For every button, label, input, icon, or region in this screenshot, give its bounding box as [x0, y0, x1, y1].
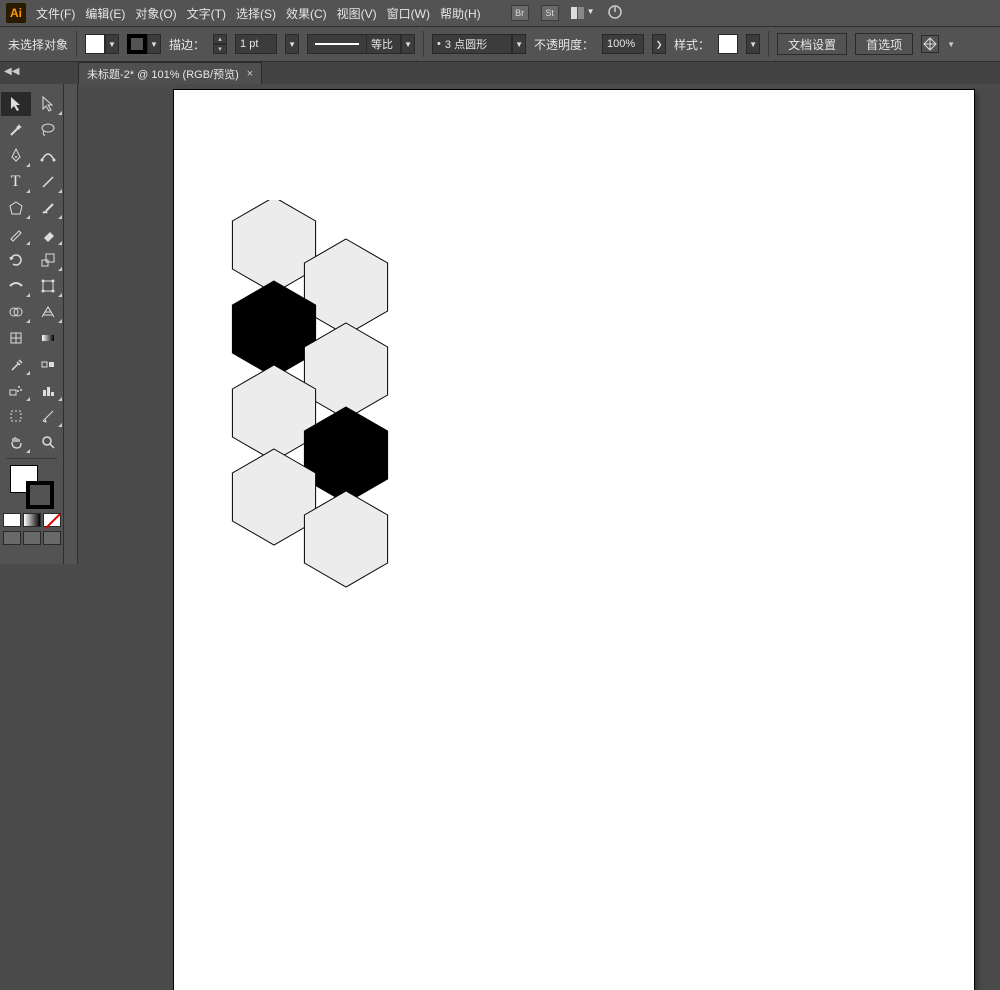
- bridge-icon[interactable]: Br: [511, 5, 529, 21]
- blend-tool[interactable]: [33, 352, 63, 376]
- preferences-button[interactable]: 首选项: [855, 33, 913, 55]
- arrange-docs-icon[interactable]: ▼: [571, 7, 595, 19]
- hexagon-shape[interactable]: [304, 239, 387, 335]
- type-tool[interactable]: T: [1, 170, 31, 194]
- menu-view[interactable]: 视图(V): [337, 5, 377, 22]
- mesh-tool[interactable]: [1, 326, 31, 350]
- document-setup-button[interactable]: 文档设置: [777, 33, 847, 55]
- panel-collapse-icon[interactable]: ◀◀: [4, 66, 19, 77]
- menu-effect[interactable]: 效果(C): [286, 5, 327, 22]
- stock-icon[interactable]: St: [541, 5, 559, 21]
- screen-mode-normal[interactable]: [3, 531, 21, 545]
- document-tab[interactable]: 未标题-2* @ 101% (RGB/预览) ×: [78, 62, 262, 84]
- vertical-ruler: [64, 84, 78, 564]
- zoom-tool[interactable]: [33, 430, 63, 454]
- scale-tool[interactable]: [33, 248, 63, 272]
- pen-tool[interactable]: [1, 144, 31, 168]
- artboard-tool[interactable]: [1, 404, 31, 428]
- menu-select[interactable]: 选择(S): [236, 5, 276, 22]
- direct-selection-tool[interactable]: [33, 92, 63, 116]
- color-mode-none[interactable]: [43, 513, 61, 527]
- stroke-weight-stepper[interactable]: ▴▾: [213, 34, 227, 54]
- width-tool[interactable]: [1, 274, 31, 298]
- selection-tool[interactable]: [1, 92, 31, 116]
- paintbrush-tool[interactable]: [33, 196, 63, 220]
- opacity-field[interactable]: 100%: [602, 34, 644, 54]
- artwork-hexagons[interactable]: [194, 200, 454, 600]
- menu-object[interactable]: 对象(O): [135, 5, 176, 22]
- hexagon-shape[interactable]: [232, 449, 315, 545]
- color-mode-gradient[interactable]: [23, 513, 41, 527]
- hand-tool[interactable]: [1, 430, 31, 454]
- menu-edit[interactable]: 编辑(E): [85, 5, 125, 22]
- screen-mode-full[interactable]: [23, 531, 41, 545]
- artboard[interactable]: [174, 90, 974, 990]
- stroke-swatch[interactable]: [127, 34, 147, 54]
- menu-type[interactable]: 文字(T): [187, 5, 226, 22]
- stroke-profile-dropdown[interactable]: ▼: [401, 34, 415, 54]
- opacity-dropdown[interactable]: ❯: [652, 34, 666, 54]
- gradient-tool[interactable]: [33, 326, 63, 350]
- eyedropper-tool[interactable]: [1, 352, 31, 376]
- stroke-color-box[interactable]: [26, 481, 54, 509]
- screen-mode-presentation[interactable]: [43, 531, 61, 545]
- fill-swatch-dropdown[interactable]: ▼: [105, 34, 119, 54]
- fill-stroke-control[interactable]: [10, 465, 54, 509]
- slice-tool[interactable]: [33, 404, 63, 428]
- close-tab-icon[interactable]: ×: [247, 68, 253, 80]
- document-tab-strip: 未标题-2* @ 101% (RGB/预览) ×: [0, 62, 1000, 84]
- style-dropdown[interactable]: ▼: [746, 34, 760, 54]
- hexagon-shape[interactable]: [304, 323, 387, 419]
- style-label: 样式：: [674, 36, 710, 53]
- hexagon-shape[interactable]: [232, 365, 315, 461]
- color-mode-solid[interactable]: [3, 513, 21, 527]
- column-graph-tool[interactable]: [33, 378, 63, 402]
- menu-file[interactable]: 文件(F): [36, 5, 75, 22]
- hexagon-shape[interactable]: [232, 200, 315, 293]
- stroke-profile[interactable]: [307, 34, 367, 54]
- align-to-icon[interactable]: [921, 35, 939, 53]
- magic-wand-tool[interactable]: [1, 118, 31, 142]
- rotate-tool[interactable]: [1, 248, 31, 272]
- document-tab-title: 未标题-2* @ 101% (RGB/预览): [87, 66, 239, 82]
- stroke-swatch-dropdown[interactable]: ▼: [147, 34, 161, 54]
- opacity-label: 不透明度：: [534, 36, 594, 53]
- tools-panel: T: [0, 84, 64, 564]
- shape-tool[interactable]: [1, 196, 31, 220]
- stroke-profile-label: 等比: [367, 34, 401, 54]
- line-tool[interactable]: [33, 170, 63, 194]
- hexagon-shape[interactable]: [304, 491, 387, 587]
- work-area: [64, 84, 1000, 564]
- hexagon-shape[interactable]: [304, 407, 387, 503]
- lasso-tool[interactable]: [33, 118, 63, 142]
- shape-builder-tool[interactable]: [1, 300, 31, 324]
- stroke-weight-field[interactable]: 1 pt: [235, 34, 277, 54]
- menu-window[interactable]: 窗口(W): [387, 5, 430, 22]
- hexagon-shape[interactable]: [232, 281, 315, 377]
- menu-help[interactable]: 帮助(H): [440, 5, 481, 22]
- stroke-weight-dropdown[interactable]: ▼: [285, 34, 299, 54]
- style-swatch[interactable]: [718, 34, 738, 54]
- curvature-tool[interactable]: [33, 144, 63, 168]
- stroke-label: 描边：: [169, 36, 205, 53]
- eraser-tool[interactable]: [33, 222, 63, 246]
- perspective-grid-tool[interactable]: [33, 300, 63, 324]
- app-logo-icon: Ai: [6, 3, 26, 23]
- gpu-preview-icon[interactable]: [607, 4, 623, 23]
- symbol-sprayer-tool[interactable]: [1, 378, 31, 402]
- pencil-tool[interactable]: [1, 222, 31, 246]
- brush-field[interactable]: • 3 点圆形: [432, 34, 512, 54]
- brush-field-text: 3 点圆形: [445, 36, 487, 52]
- menu-bar: Ai 文件(F) 编辑(E) 对象(O) 文字(T) 选择(S) 效果(C) 视…: [0, 0, 1000, 26]
- selection-status-label: 未选择对象: [8, 36, 68, 53]
- fill-swatch[interactable]: [85, 34, 105, 54]
- free-transform-tool[interactable]: [33, 274, 63, 298]
- options-bar: 未选择对象 ▼ ▼ 描边： ▴▾ 1 pt ▼ 等比 ▼ • 3 点圆形 ▼ 不…: [0, 26, 1000, 62]
- brush-dropdown[interactable]: ▼: [512, 34, 526, 54]
